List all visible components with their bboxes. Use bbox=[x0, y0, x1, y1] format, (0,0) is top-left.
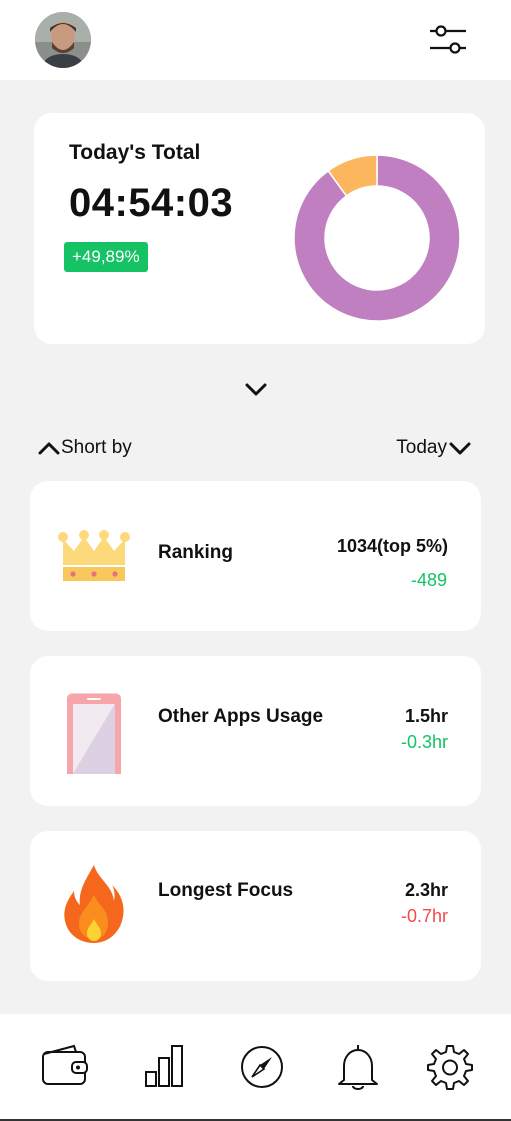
chevron-up-icon bbox=[38, 442, 60, 455]
crown-icon bbox=[58, 519, 130, 593]
stat-row-other-apps[interactable]: Other Apps Usage 1.5hr -0.3hr bbox=[30, 656, 481, 806]
nav-notifications[interactable] bbox=[332, 1042, 384, 1092]
stat-row-ranking[interactable]: Ranking 1034(top 5%) -489 bbox=[30, 481, 481, 631]
stat-row-longest-focus[interactable]: Longest Focus 2.3hr -0.7hr bbox=[30, 831, 481, 981]
nav-wallet[interactable] bbox=[40, 1042, 92, 1092]
wallet-icon bbox=[42, 1044, 88, 1085]
expand-button[interactable] bbox=[240, 376, 272, 404]
nav-settings[interactable] bbox=[424, 1042, 476, 1092]
sort-by-control[interactable]: Short by bbox=[37, 434, 132, 462]
stat-delta: -0.3hr bbox=[400, 732, 448, 752]
bar-chart-icon bbox=[145, 1045, 183, 1087]
stat-value: 1.5hr bbox=[404, 706, 448, 726]
chevron-down-icon bbox=[449, 442, 471, 455]
period-label: Today bbox=[396, 437, 447, 458]
avatar[interactable] bbox=[35, 12, 91, 68]
usage-donut-chart bbox=[293, 154, 461, 322]
sort-by-label: Short by bbox=[61, 437, 132, 458]
nav-explore[interactable] bbox=[236, 1042, 288, 1092]
bottom-navigation bbox=[0, 1014, 511, 1121]
stat-delta: -0.7hr bbox=[400, 906, 448, 926]
gear-icon bbox=[427, 1045, 473, 1090]
fire-icon bbox=[58, 865, 130, 943]
compass-icon bbox=[241, 1046, 283, 1088]
sliders-icon bbox=[430, 25, 466, 54]
phone-icon bbox=[58, 693, 130, 788]
top-bar bbox=[0, 0, 511, 80]
stat-delta: -489 bbox=[410, 570, 447, 590]
total-time: 04:54:03 bbox=[69, 181, 234, 225]
filter-button[interactable] bbox=[426, 20, 470, 60]
bell-icon bbox=[338, 1045, 378, 1090]
total-title: Today's Total bbox=[69, 141, 201, 164]
stat-label: Ranking bbox=[158, 542, 233, 563]
change-badge: +49,89% bbox=[64, 242, 148, 272]
chevron-down-icon bbox=[245, 383, 267, 396]
today-total-card: Today's Total 04:54:03 +49,89% bbox=[34, 113, 485, 344]
stat-label: Longest Focus bbox=[158, 880, 294, 901]
stat-value: 1034(top 5%) bbox=[336, 536, 448, 556]
period-selector[interactable]: Today bbox=[396, 434, 473, 462]
nav-statistics[interactable] bbox=[140, 1042, 192, 1092]
user-avatar-icon bbox=[35, 12, 91, 68]
stat-label: Other Apps Usage bbox=[158, 706, 324, 727]
stat-value: 2.3hr bbox=[404, 880, 448, 900]
